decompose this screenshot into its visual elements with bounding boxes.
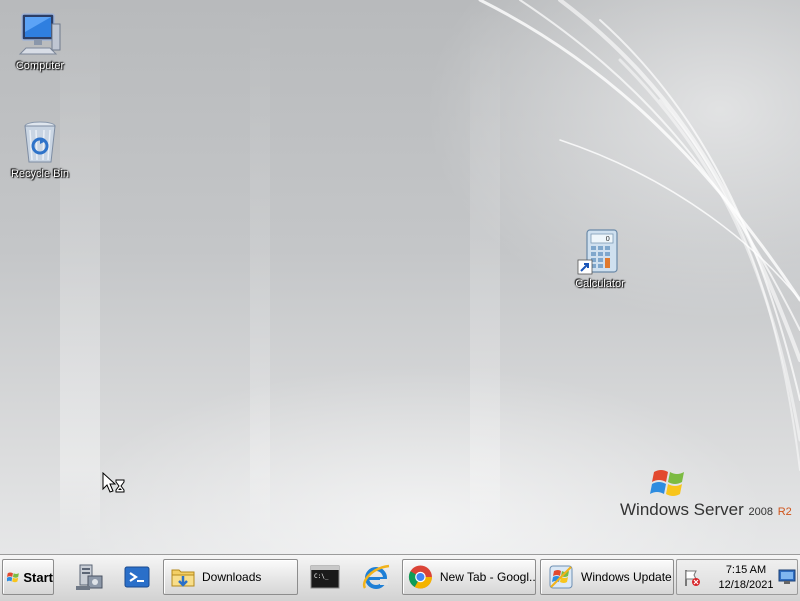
desktop-icon-label: Recycle Bin	[10, 168, 70, 180]
start-button[interactable]: Start	[2, 559, 54, 595]
clock[interactable]: 7:15 AM 12/18/2021	[707, 563, 785, 593]
desktop-icon-recycle-bin[interactable]: Recycle Bin	[0, 118, 80, 180]
clock-date: 12/18/2021	[718, 579, 774, 591]
branding-release: R2	[777, 506, 792, 518]
powershell-button[interactable]	[118, 559, 156, 595]
task-label: Downloads	[202, 570, 262, 584]
calculator-icon: 0	[577, 229, 618, 275]
desktop[interactable]: Computer Recycle Bin 0 Calculator Window…	[0, 0, 800, 554]
windows-logo-icon	[7, 572, 19, 583]
chrome-task[interactable]: New Tab - Googl...	[402, 559, 536, 595]
desktop-icon-calculator[interactable]: 0 Calculator	[560, 228, 640, 290]
server-manager-button[interactable]	[70, 559, 108, 595]
desktop-icon-label: Computer	[15, 60, 65, 72]
system-tray: 7:15 AM 12/18/2021	[676, 559, 798, 595]
desktop-icon-computer[interactable]: Computer	[0, 10, 80, 72]
chrome-icon	[408, 565, 432, 589]
start-label: Start	[23, 569, 53, 585]
branding-text: Windows Server 2008 R2	[620, 500, 792, 520]
desktop-icon-label: Calculator	[575, 278, 625, 290]
windows-update-task[interactable]: Windows Update	[540, 559, 674, 595]
branding-version: 2008	[748, 506, 773, 518]
branding-product: Windows Server	[620, 500, 744, 519]
task-label: New Tab - Googl...	[439, 570, 535, 584]
windows-logo-icon	[650, 470, 684, 496]
action-center-flag-icon[interactable]	[683, 568, 703, 588]
busy-cursor-icon	[102, 472, 125, 493]
windows-server-branding: Windows Server 2008 R2	[620, 466, 792, 526]
cmd-icon: C:\_	[310, 565, 340, 589]
recycle-bin-icon	[24, 121, 56, 163]
svg-text:C:\_: C:\_	[314, 573, 329, 580]
clock-time: 7:15 AM	[725, 564, 767, 576]
ie-task[interactable]	[354, 559, 398, 595]
internet-explorer-icon	[362, 564, 390, 589]
server-manager-icon	[76, 564, 103, 590]
cmd-task[interactable]: C:\_	[303, 559, 347, 595]
network-icon[interactable]	[778, 569, 796, 585]
computer-icon	[18, 13, 61, 55]
folder-icon	[171, 569, 195, 587]
downloads-task[interactable]: Downloads	[163, 559, 298, 595]
powershell-icon	[124, 566, 150, 588]
task-label: Windows Update	[581, 570, 672, 584]
svg-text:0: 0	[606, 235, 610, 243]
windows-update-icon	[549, 565, 573, 589]
taskbar: Start Downloads C:\_ New Tab - Googl... …	[0, 554, 800, 601]
